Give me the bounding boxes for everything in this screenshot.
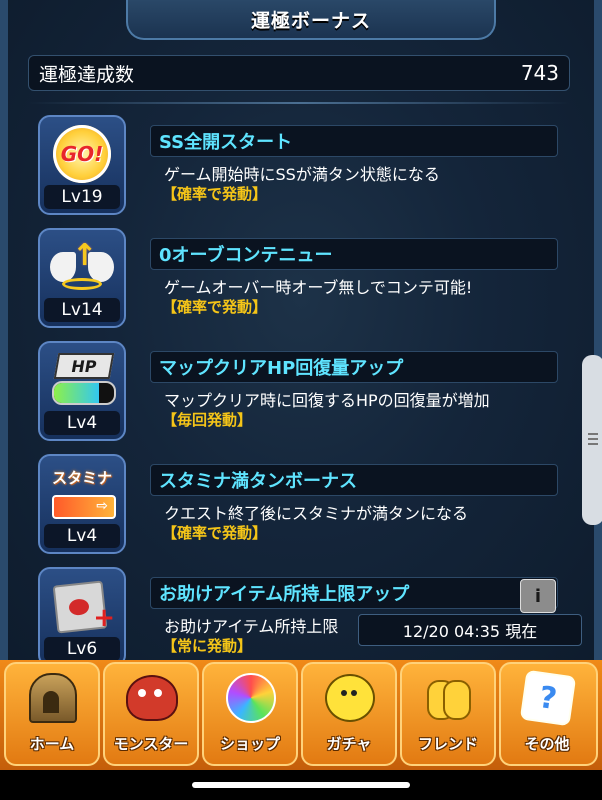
nav-label: モンスター xyxy=(113,735,189,753)
bonus-level: Lv4 xyxy=(44,411,120,435)
gacha-icon xyxy=(321,672,379,724)
scrollbar[interactable] xyxy=(582,355,602,525)
bonus-title: お助けアイテム所持上限アップ xyxy=(150,577,558,609)
bonus-trigger: 【毎回発動】 xyxy=(162,411,253,429)
bonus-description: ゲーム開始時にSSが満タン状態になる xyxy=(164,165,440,184)
hp-gauge-icon: HP xyxy=(48,349,116,411)
achievement-count-label: 運極達成数 xyxy=(39,63,135,86)
page-title: 運極ボーナス xyxy=(126,0,496,40)
bonus-title: スタミナ満タンボーナス xyxy=(150,464,558,496)
bonus-description: クエスト終了後にスタミナが満タンになる xyxy=(164,504,469,523)
info-button[interactable]: i xyxy=(520,579,556,613)
rainbow-orb-icon xyxy=(222,672,280,724)
nav-label: ショップ xyxy=(219,735,280,753)
bonus-item-ss-start[interactable]: GO! Lv19 SS全開スタート ゲーム開始時にSSが満タン状態になる 【確率… xyxy=(38,115,563,223)
nav-monster-button[interactable]: モンスター xyxy=(103,662,199,766)
nav-label: フレンド xyxy=(417,735,478,753)
bonus-level: Lv19 xyxy=(44,185,120,209)
bonus-title: 0オーブコンテニュー xyxy=(150,238,558,270)
nav-gacha-button[interactable]: ガチャ xyxy=(301,662,397,766)
bonus-description: ゲームオーバー時オーブ無しでコンテ可能! xyxy=(164,278,473,297)
nav-shop-button[interactable]: ショップ xyxy=(202,662,298,766)
bottom-nav: ホーム モンスター ショップ ガチャ フレンド ? その他 xyxy=(0,660,602,770)
bonus-level: Lv4 xyxy=(44,524,120,548)
bonus-trigger: 【常に発動】 xyxy=(162,637,253,655)
bonus-badge: スタミナ ⇨ Lv4 xyxy=(38,454,126,554)
bonus-level: Lv6 xyxy=(44,637,120,661)
system-home-area xyxy=(0,770,602,800)
other-icon: ? xyxy=(519,669,577,727)
bonus-badge: HP Lv4 xyxy=(38,341,126,441)
bonus-badge: GO! Lv19 xyxy=(38,115,126,215)
bonus-trigger: 【確率で発動】 xyxy=(162,524,268,542)
bonus-item-zero-orb-continue[interactable]: ↑ Lv14 0オーブコンテニュー ゲームオーバー時オーブ無しでコンテ可能! 【… xyxy=(38,228,563,336)
home-icon xyxy=(24,672,82,724)
monster-icon xyxy=(123,672,181,724)
bonus-level: Lv14 xyxy=(44,298,120,322)
achievement-count-value: 743 xyxy=(520,61,559,85)
bonus-title: マップクリアHP回復量アップ xyxy=(150,351,558,383)
home-indicator[interactable] xyxy=(192,782,410,788)
bonus-item-hp-recovery-up[interactable]: HP Lv4 マップクリアHP回復量アップ マップクリア時に回復するHPの回復量… xyxy=(38,341,563,449)
friend-icon xyxy=(420,672,478,724)
achievement-count-row: 運極達成数 743 xyxy=(28,55,570,91)
nav-home-button[interactable]: ホーム xyxy=(4,662,100,766)
bonus-item-stamina-full[interactable]: スタミナ ⇨ Lv4 スタミナ満タンボーナス クエスト終了後にスタミナが満タンに… xyxy=(38,454,563,562)
bonus-panel: 運極ボーナス 運極達成数 743 GO! Lv19 SS全開スタート ゲーム開始… xyxy=(0,0,602,667)
nav-label: ホーム xyxy=(29,735,75,753)
go-icon: GO! xyxy=(48,123,116,185)
timestamp: 12/20 04:35 現在 xyxy=(358,614,582,646)
nav-friend-button[interactable]: フレンド xyxy=(400,662,496,766)
bonus-description: マップクリア時に回復するHPの回復量が増加 xyxy=(164,391,490,410)
winged-arrow-icon: ↑ xyxy=(48,236,116,298)
nav-label: ガチャ xyxy=(326,735,372,753)
stamina-gauge-icon: スタミナ ⇨ xyxy=(48,462,116,524)
bonus-title: SS全開スタート xyxy=(150,125,558,157)
bonus-badge: + Lv6 xyxy=(38,567,126,667)
divider xyxy=(28,102,570,104)
bonus-badge: ↑ Lv14 xyxy=(38,228,126,328)
bonus-trigger: 【確率で発動】 xyxy=(162,185,268,203)
bonus-trigger: 【確率で発動】 xyxy=(162,298,268,316)
nav-other-button[interactable]: ? その他 xyxy=(499,662,598,766)
bonus-description: お助けアイテム所持上限 xyxy=(164,617,339,636)
item-card-icon: + xyxy=(48,575,116,637)
nav-label: その他 xyxy=(524,735,570,753)
scrollbar-grip[interactable] xyxy=(588,433,598,435)
